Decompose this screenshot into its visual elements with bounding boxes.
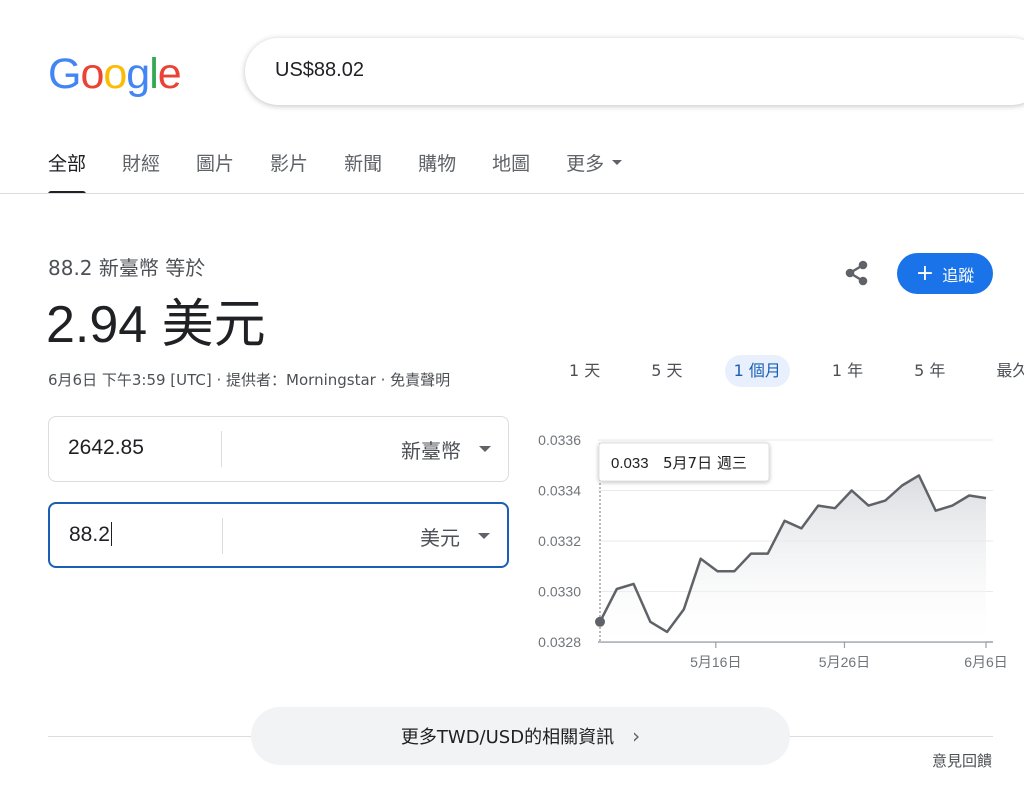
y-tick-label: 0.0334 (538, 483, 581, 499)
area-fill (600, 475, 986, 642)
y-tick-label: 0.0332 (538, 533, 581, 549)
tooltip-value: 0.033 (611, 455, 649, 472)
chevron-right-icon: › (632, 724, 641, 748)
x-tick-label: 6月6日 (964, 654, 1008, 670)
divider (790, 736, 993, 737)
tooltip-date: 5月7日 週三 (663, 454, 747, 472)
more-info-button[interactable]: 更多TWD/USD的相關資訊 › (251, 707, 790, 765)
y-tick-label: 0.0328 (538, 634, 581, 650)
feedback-link[interactable]: 意見回饋 (932, 750, 992, 771)
more-info-label: 更多TWD/USD的相關資訊 (400, 727, 615, 748)
x-tick-label: 5月16日 (690, 654, 741, 670)
exchange-rate-chart[interactable]: 0.0336 0.0334 0.0332 0.0330 0.0328 5月16日 5月26日… (0, 0, 1024, 700)
y-tick-label: 0.0330 (538, 584, 581, 600)
x-tick-label: 5月26日 (819, 654, 870, 670)
divider (48, 736, 251, 737)
y-tick-label: 0.0336 (538, 432, 581, 448)
hover-marker (595, 616, 605, 627)
